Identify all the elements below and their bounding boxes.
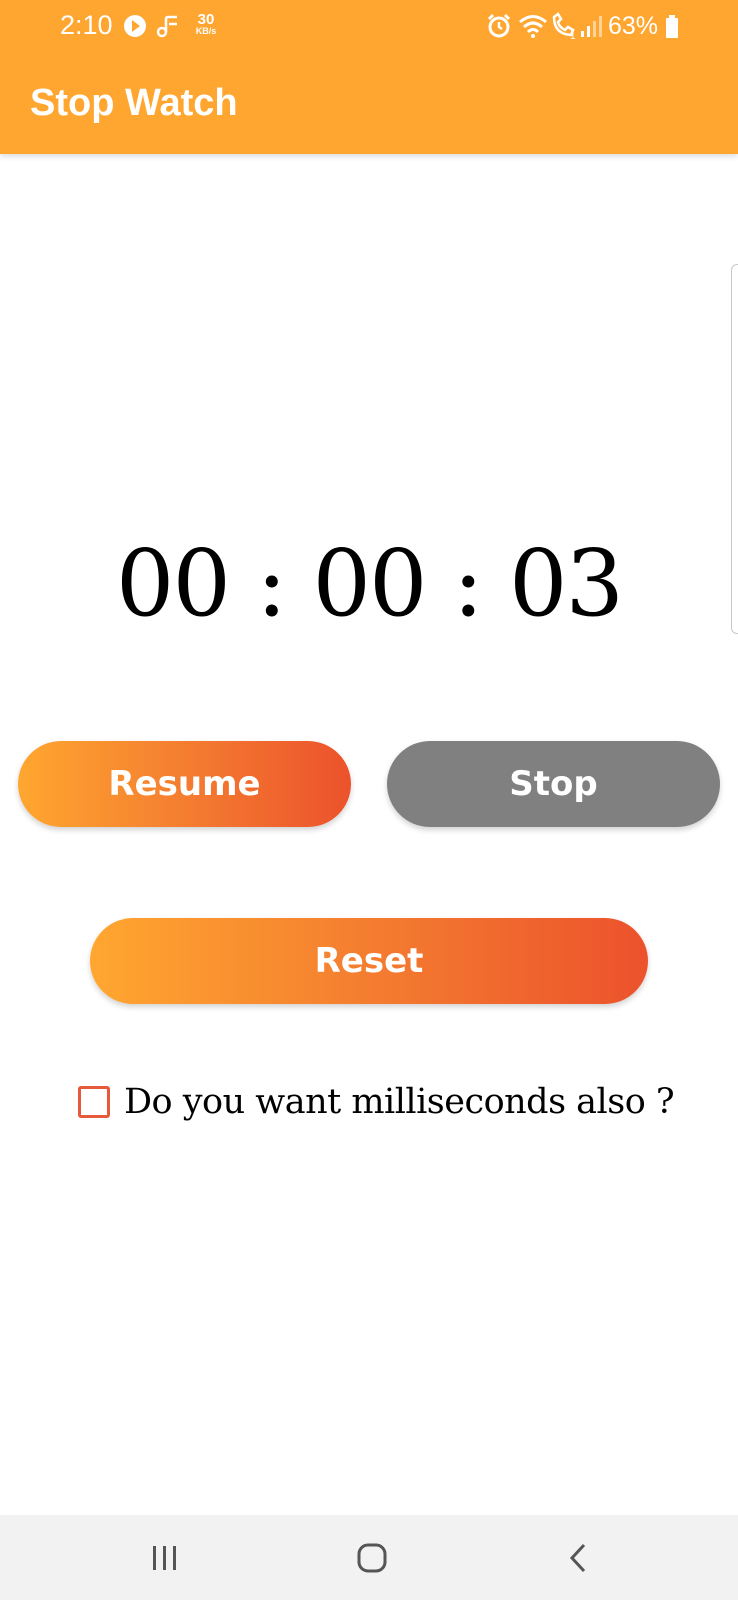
wifi-calling-icon: 1 [550,12,578,42]
signal-icon [578,12,604,40]
recent-apps-icon[interactable] [135,1533,195,1583]
battery-icon [664,12,680,40]
milliseconds-checkbox[interactable] [78,1086,110,1118]
reset-button[interactable]: Reset [90,918,648,1004]
network-speed: 30 KB/s [190,12,222,36]
home-icon[interactable] [342,1533,402,1583]
back-icon[interactable] [548,1533,608,1583]
stopwatch-screen: 2:10 30 KB/s 1 63% Stop Watch 00: 00: … [0,0,738,1600]
app-title: Stop Watch [30,82,238,124]
navigation-bar [0,1515,738,1600]
svg-text:1: 1 [570,31,576,40]
battery-percentage: 63% [608,12,659,40]
resume-button[interactable]: Resume [18,741,351,827]
play-circle-icon [122,12,148,40]
top-app-area: 2:10 30 KB/s 1 63% Stop Watch [0,0,738,154]
timer-display: 00 : 00 : 03 [115,530,624,637]
milliseconds-label[interactable]: Do you want milliseconds also ? [124,1082,675,1122]
status-bar: 2:10 30 KB/s 1 63% [0,0,738,56]
music-share-icon [155,12,181,40]
milliseconds-option[interactable]: Do you want milliseconds also ? [78,1080,675,1124]
stop-button[interactable]: Stop [387,741,720,827]
network-speed-value: 30 [197,11,215,28]
alarm-icon [486,12,512,40]
network-speed-unit: KB/s [195,26,217,36]
app-bar: Stop Watch [0,56,738,154]
wifi-icon [518,12,548,40]
status-time: 2:10 [60,10,113,40]
